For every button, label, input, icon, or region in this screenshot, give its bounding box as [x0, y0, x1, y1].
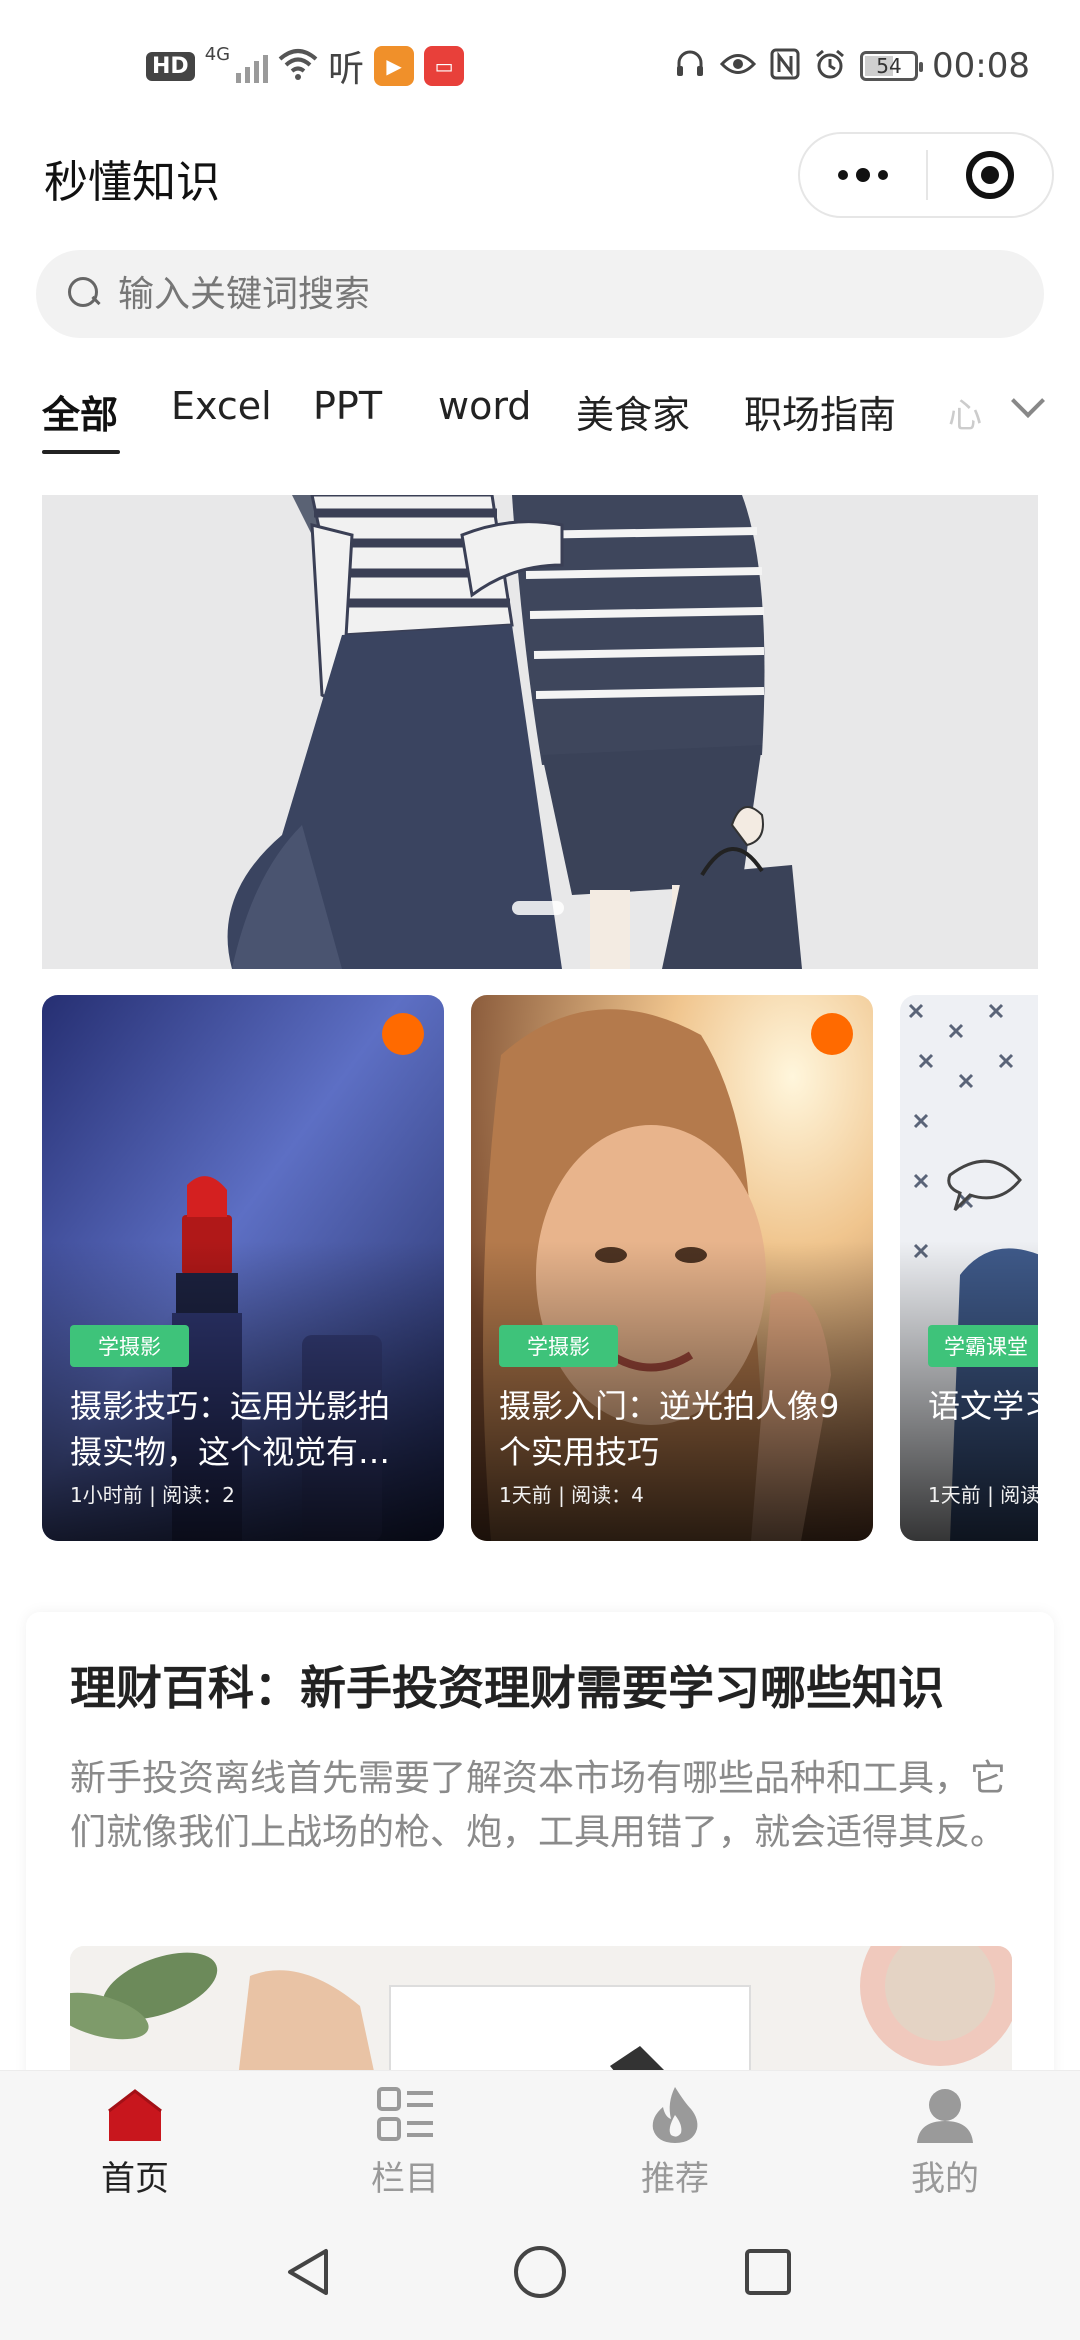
card-title: 语文学习：好预读读	[928, 1387, 1038, 1425]
alarm-icon	[814, 48, 846, 84]
banner-illustration	[42, 495, 1038, 969]
card-chinese-study[interactable]: 学霸课堂 语文学习：好预读读 1天前 | 阅读	[900, 995, 1038, 1541]
status-bar: HD 4G 听 ▶ ▭ 54 00:08	[0, 0, 1080, 132]
signal-icon	[236, 49, 269, 83]
article-title: 理财百科：新手投资理财需要学习哪些知识	[70, 1661, 944, 1715]
system-navigation-bar	[0, 2200, 1080, 2340]
tabbar-columns[interactable]: 栏目	[335, 2085, 475, 2199]
card-meta: 1天前 | 阅读：4	[499, 1483, 644, 1507]
card-photo-lighting[interactable]: 学摄影 摄影技巧：运用光影拍摄实物，这个视觉有… 1小时前 | 阅读：2	[42, 995, 444, 1541]
bottom-tab-bar: 首页 栏目 推荐 我的	[0, 2070, 1080, 2200]
chevron-down-icon	[1011, 384, 1045, 418]
category-tabs: 全部 Excel PPT word 美食家 职场指南 心	[0, 372, 1080, 454]
grid-list-icon	[375, 2085, 435, 2145]
network-type: 4G	[204, 44, 231, 65]
target-icon	[965, 151, 1014, 199]
featured-cards: 学摄影 摄影技巧：运用光影拍摄实物，这个视觉有… 1小时前 | 阅读：2 学摄影…	[0, 995, 1038, 1543]
store-app-icon: ▭	[424, 46, 465, 86]
home-circle-icon	[514, 2246, 566, 2298]
search-icon	[68, 277, 102, 311]
recents-square-icon	[745, 2249, 791, 2295]
tab-workplace-guide[interactable]: 职场指南	[744, 384, 896, 439]
search-bar[interactable]	[36, 250, 1044, 338]
article-card[interactable]: 理财百科：新手投资理财需要学习哪些知识 新手投资离线首先需要了解资本市场有哪些品…	[26, 1612, 1054, 2132]
card-meta: 1小时前 | 阅读：2	[70, 1483, 235, 1507]
carousel-indicator	[512, 901, 564, 915]
card-title: 摄影技巧：运用光影拍摄实物，这个视觉有…	[70, 1387, 391, 1471]
back-button[interactable]	[277, 2240, 341, 2304]
nfc-icon	[770, 48, 800, 84]
tab-foodie[interactable]: 美食家	[576, 384, 690, 439]
tabbar-label: 栏目	[371, 2159, 439, 2199]
flame-icon	[645, 2085, 705, 2145]
video-app-icon: ▶	[374, 46, 415, 86]
listen-app-icon: 听	[328, 49, 365, 90]
hd-badge: HD	[146, 51, 195, 81]
home-button[interactable]	[508, 2240, 572, 2304]
active-tab-indicator	[42, 450, 120, 454]
card-backlight-portrait[interactable]: 学摄影 摄影入门：逆光拍人像9个实用技巧 1天前 | 阅读：4	[471, 995, 873, 1541]
tab-excel[interactable]: Excel	[171, 384, 272, 428]
article-summary: 新手投资离线首先需要了解资本市场有哪些品种和工具，它们就像我们上战场的枪、炮，工…	[70, 1758, 1007, 1853]
search-input[interactable]	[118, 273, 1018, 315]
card-tag: 学霸课堂	[928, 1325, 1038, 1367]
tabbar-mine[interactable]: 我的	[875, 2085, 1015, 2199]
close-miniprogram-button[interactable]	[928, 134, 1052, 216]
miniprogram-capsule	[798, 132, 1054, 218]
headset-icon	[674, 48, 706, 84]
tab-ppt[interactable]: PPT	[313, 384, 382, 428]
expand-tabs-button[interactable]	[1000, 378, 1056, 434]
new-badge-dot	[811, 1013, 853, 1055]
tabbar-label: 我的	[911, 2159, 979, 2199]
more-options-button[interactable]	[800, 134, 926, 216]
app-title: 秒懂知识	[44, 157, 220, 208]
eye-icon	[719, 51, 757, 81]
banner-carousel[interactable]	[42, 495, 1038, 969]
card-title: 摄影入门：逆光拍人像9个实用技巧	[499, 1387, 840, 1471]
tab-all[interactable]: 全部	[42, 384, 118, 439]
tabbar-recommend[interactable]: 推荐	[605, 2085, 745, 2199]
recents-button[interactable]	[736, 2240, 800, 2304]
card-meta: 1天前 | 阅读	[928, 1483, 1038, 1507]
card-tag: 学摄影	[70, 1325, 189, 1367]
battery-level: 54	[876, 54, 902, 78]
back-triangle-icon	[288, 2249, 328, 2295]
tab-partial[interactable]: 心	[948, 388, 982, 437]
card-tag: 学摄影	[499, 1325, 618, 1367]
user-icon	[915, 2085, 975, 2145]
tabbar-home[interactable]: 首页	[65, 2085, 205, 2199]
tab-word[interactable]: word	[438, 384, 531, 428]
wifi-icon	[278, 47, 318, 85]
header: 秒懂知识	[0, 132, 1080, 242]
tabbar-label: 推荐	[641, 2159, 709, 2199]
new-badge-dot	[382, 1013, 424, 1055]
battery-icon: 54	[860, 51, 924, 81]
clock: 00:08	[932, 46, 1030, 86]
tabbar-label: 首页	[101, 2159, 169, 2199]
home-icon	[105, 2085, 165, 2145]
